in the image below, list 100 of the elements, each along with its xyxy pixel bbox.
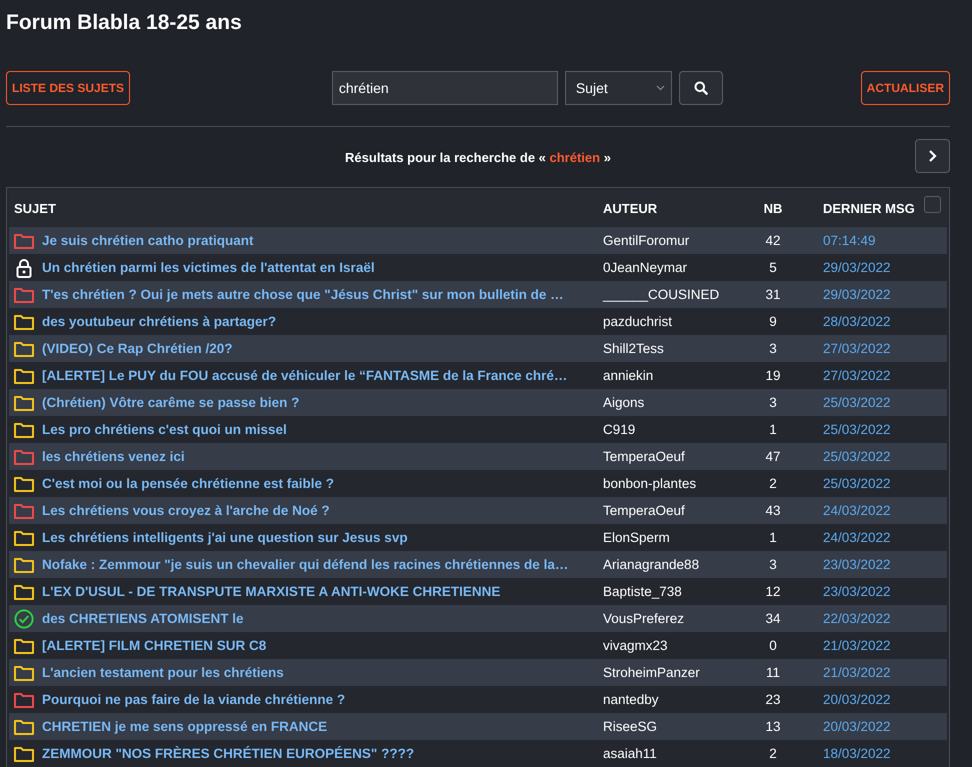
count-cell-text: 13	[764, 719, 782, 734]
topic-link[interactable]: Les chrétiens vous croyez à l'arche de Noé ?	[42, 503, 330, 518]
last-message-link[interactable]: 27/03/2022	[803, 368, 891, 383]
topic-link[interactable]: [ALERTE] FILM CHRETIEN SUR C8	[42, 638, 266, 653]
last-message-link[interactable]: 18/03/2022	[803, 746, 891, 761]
last-message-link[interactable]: 28/03/2022	[803, 314, 891, 329]
last-message-link[interactable]: 23/03/2022	[803, 584, 891, 599]
topic-link[interactable]: Je suis chrétien catho pratiquant	[42, 233, 254, 248]
last-message-link[interactable]: 29/03/2022	[803, 287, 891, 302]
topic-link[interactable]: CHRETIEN je me sens oppressé en FRANCE	[42, 719, 328, 734]
author-cell-text: Arianagrande88	[603, 557, 700, 572]
column-header: SUJET	[13, 200, 57, 216]
folder-icon	[14, 718, 34, 734]
scope-dropdown[interactable]: Sujet	[564, 71, 672, 105]
column-header: NB	[762, 200, 784, 216]
select-all-checkbox[interactable]	[924, 196, 941, 213]
last-message-link[interactable]: 25/03/2022	[803, 449, 891, 464]
check-circle-icon	[14, 608, 34, 628]
results-heading: Résultats pour la recherche de « chrétien »	[345, 150, 611, 164]
page-title: Forum Blabla 18-25 ans	[6, 10, 243, 36]
column-header: DERNIER MSG	[822, 200, 915, 216]
count-cell-text: 0	[768, 638, 778, 653]
chevron-right-icon	[928, 149, 937, 163]
last-message-link[interactable]: 20/03/2022	[803, 692, 891, 707]
folder-icon	[14, 556, 34, 572]
author-cell-text: Baptiste_738	[603, 584, 683, 599]
count-cell-text: 23	[764, 692, 782, 707]
topic-link[interactable]: Les chrétiens intelligents j'ai une question sur Jesus svp	[42, 530, 408, 545]
count-cell-text: 19	[764, 368, 782, 383]
last-message-link[interactable]: 24/03/2022	[803, 503, 891, 518]
last-message-link[interactable]: 24/03/2022	[803, 530, 891, 545]
author-cell-text: bonbon-plantes	[603, 476, 698, 491]
last-message-link[interactable]: 21/03/2022	[803, 638, 891, 653]
last-message-link[interactable]: 22/03/2022	[803, 611, 891, 626]
count-cell-text: 34	[764, 611, 782, 626]
folder-icon	[14, 530, 34, 546]
folder-icon	[14, 422, 34, 438]
chevron-down-icon	[656, 85, 665, 91]
refresh-button[interactable]: ACTUALISER	[860, 71, 950, 105]
author-cell-text: vivagmx23	[603, 638, 669, 653]
author-cell-text: C919	[603, 422, 636, 437]
count-cell-text: 1	[768, 530, 778, 545]
topic-link[interactable]: (Chrétien) Vôtre carême se passe bien ?	[42, 395, 300, 410]
last-message-link[interactable]: 20/03/2022	[803, 719, 891, 734]
folder-icon	[14, 286, 34, 302]
topic-link[interactable]: Nofake : Zemmour "je suis un chevalier qui défend les racines chrétiennes de la…	[42, 557, 568, 572]
author-cell-text: RiseeSG	[603, 719, 658, 734]
author-cell-text: GentilForomur	[603, 233, 690, 248]
author-cell-text: TemperaOeuf	[603, 503, 686, 518]
author-cell-text: Shill2Tess	[603, 341, 665, 356]
topic-link[interactable]: T'es chrétien ? Oui je mets autre chose que "Jésus Christ" sur mon bulletin de …	[42, 287, 564, 302]
count-cell-text: 3	[768, 341, 778, 356]
last-message-link[interactable]: 21/03/2022	[803, 665, 891, 680]
search-button[interactable]	[678, 71, 723, 105]
topic-link[interactable]: Les pro chrétiens c'est quoi un missel	[42, 422, 287, 437]
count-cell-text: 9	[768, 314, 778, 329]
folder-icon	[14, 394, 34, 410]
author-cell-text: TemperaOeuf	[603, 449, 686, 464]
folder-icon	[14, 232, 34, 248]
author-cell-text: nantedby	[603, 692, 660, 707]
author-cell-text: pazduchrist	[603, 314, 674, 329]
folder-icon	[14, 664, 34, 680]
author-cell-text: anniekin	[603, 368, 654, 383]
last-message-link[interactable]: 29/03/2022	[803, 260, 891, 275]
last-message-link[interactable]: 07:14:49	[803, 233, 876, 248]
search-field[interactable]: chrétien	[332, 71, 558, 105]
topic-link[interactable]: ZEMMOUR "NOS FRÈRES CHRÉTIEN EUROPÉENS" ????	[42, 746, 414, 761]
topic-list-button[interactable]: LISTE DES SUJETS	[6, 71, 130, 105]
last-message-link[interactable]: 27/03/2022	[803, 341, 891, 356]
author-cell-text: asaiah11	[603, 746, 658, 761]
author-cell-text: 0JeanNeymar	[603, 260, 688, 275]
count-cell-text: 11	[764, 665, 781, 680]
last-message-link[interactable]: 25/03/2022	[803, 395, 891, 410]
folder-icon	[14, 476, 34, 492]
folder-icon	[14, 746, 34, 762]
folder-icon	[14, 314, 34, 330]
next-page-button[interactable]	[915, 139, 950, 173]
topic-link[interactable]: L'ancien testament pour les chrétiens	[42, 665, 284, 680]
topic-link[interactable]: C'est moi ou la pensée chrétienne est faible ?	[42, 476, 334, 491]
last-message-link[interactable]: 25/03/2022	[803, 422, 891, 437]
author-cell-text: Aigons	[603, 395, 646, 410]
topic-link[interactable]: des CHRETIENS ATOMISENT le	[42, 611, 244, 626]
folder-icon	[14, 584, 34, 600]
count-cell-text: 47	[764, 449, 782, 464]
last-message-link[interactable]: 25/03/2022	[803, 476, 891, 491]
topic-link[interactable]: des youtubeur chrétiens à partager?	[42, 314, 276, 329]
topic-link[interactable]: [ALERTE] Le PUY du FOU accusé de véhiculer le “FANTASME de la France chré…	[42, 368, 568, 383]
topic-link[interactable]: (VIDEO) Ce Rap Chrétien /20?	[42, 341, 233, 356]
author-cell-text: ElonSperm	[603, 530, 671, 545]
topic-link[interactable]: L'EX D'USUL - DE TRANSPUTE MARXISTE A ANTI-WOKE CHRETIENNE	[42, 584, 500, 599]
folder-icon	[14, 368, 34, 384]
folder-icon	[14, 692, 34, 708]
topic-link[interactable]: Un chrétien parmi les victimes de l'attentat en Israël	[42, 260, 375, 275]
lock-icon	[14, 258, 34, 278]
topic-link[interactable]: les chrétiens venez ici	[42, 449, 185, 464]
last-message-link[interactable]: 23/03/2022	[803, 557, 891, 572]
count-cell-text: 2	[768, 476, 778, 491]
folder-icon	[14, 502, 34, 518]
topic-link[interactable]: Pourquoi ne pas faire de la viande chrétienne ?	[42, 692, 346, 707]
author-cell-text: VousPreferez	[603, 611, 686, 626]
